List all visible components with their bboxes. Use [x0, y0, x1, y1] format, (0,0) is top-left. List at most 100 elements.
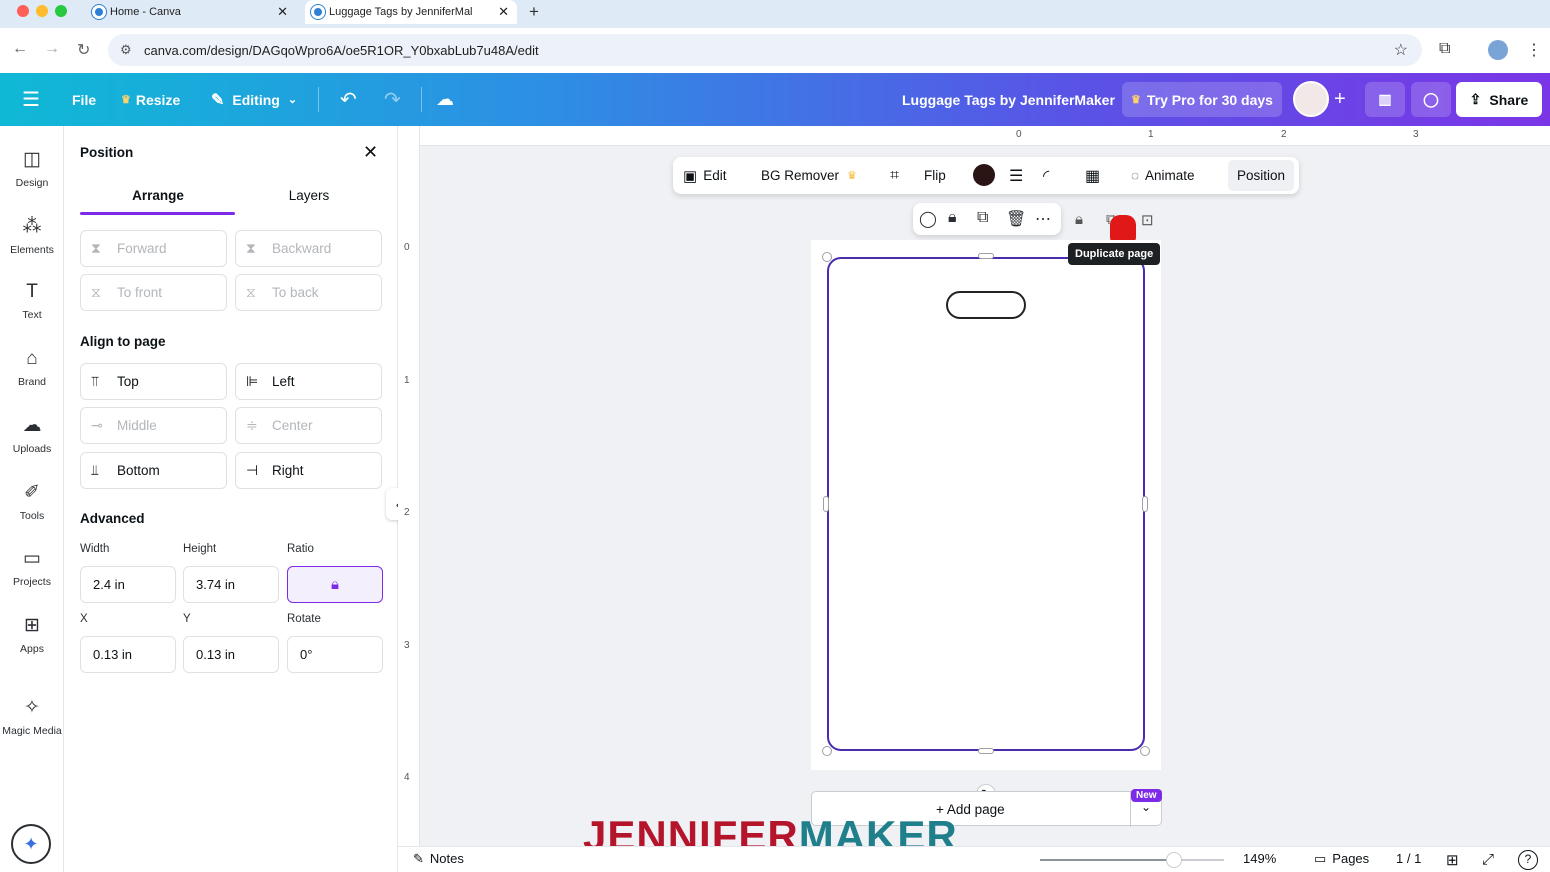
- comments-button[interactable]: ◯: [1411, 82, 1451, 117]
- corner-rounding-icon[interactable]: ◜: [1043, 157, 1049, 194]
- sidebar-item-brand[interactable]: ⌂ Brand: [0, 348, 64, 388]
- ruler-tick-label: 1: [404, 375, 410, 386]
- align-middle-button[interactable]: ⊸ Middle: [80, 407, 227, 444]
- transparency-icon[interactable]: ▦: [1085, 157, 1100, 194]
- zoom-level-text[interactable]: 149%: [1243, 851, 1276, 866]
- close-panel-icon[interactable]: ✕: [363, 142, 378, 163]
- profile-avatar[interactable]: [1488, 40, 1508, 60]
- to-back-button[interactable]: ⧖ To back: [235, 274, 382, 311]
- resize-handle[interactable]: [822, 746, 832, 756]
- comment-add-icon[interactable]: ◯: [919, 209, 937, 229]
- align-right-button[interactable]: ⊣ Right: [235, 452, 382, 489]
- site-info-icon[interactable]: ⚙: [120, 42, 132, 58]
- try-pro-button[interactable]: ♛ Try Pro for 30 days: [1122, 82, 1282, 117]
- browser-tab-luggage[interactable]: Luggage Tags by JenniferMal ✕: [305, 0, 517, 24]
- backward-button[interactable]: ⧗ Backward: [235, 230, 382, 267]
- back-icon[interactable]: ←: [12, 40, 28, 58]
- color-swatch[interactable]: [973, 164, 995, 186]
- trash-icon[interactable]: 🗑︎: [1006, 209, 1026, 229]
- page-lock-icon[interactable]: 🔒︎: [1075, 211, 1083, 228]
- sidebar-item-elements[interactable]: ⁂ Elements: [0, 215, 64, 256]
- bookmark-star-icon[interactable]: ☆: [1394, 40, 1408, 60]
- tab-layers[interactable]: Layers: [232, 188, 386, 203]
- edit-image-button[interactable]: ▣ Edit: [683, 157, 726, 194]
- button-label: Bottom: [117, 463, 160, 478]
- browser-chrome: Home - Canva ✕ Luggage Tags by JenniferM…: [0, 0, 1550, 73]
- pages-button[interactable]: ▭ Pages: [1314, 851, 1369, 867]
- add-page-icon[interactable]: ⊡: [1141, 211, 1154, 229]
- cast-icon[interactable]: ⧉: [1439, 40, 1450, 58]
- resize-button[interactable]: ♛ Resize: [121, 73, 180, 126]
- sidebar-item-apps[interactable]: ⊞ Apps: [0, 614, 64, 655]
- forward-button[interactable]: ⧗ Forward: [80, 230, 227, 267]
- border-style-icon[interactable]: ☰: [1009, 157, 1023, 194]
- browser-tab-home[interactable]: Home - Canva ✕: [86, 0, 296, 24]
- resize-handle[interactable]: [1142, 496, 1148, 512]
- sidebar-item-uploads[interactable]: ☁ Uploads: [0, 414, 64, 455]
- sidebar-item-magic-media[interactable]: ✧ Magic Media: [0, 696, 64, 737]
- upload-share-icon: ⇪: [1469, 91, 1482, 107]
- sidebar-item-tools[interactable]: ✐ Tools: [0, 481, 64, 522]
- browser-menu-icon[interactable]: ⋮: [1526, 40, 1542, 60]
- ratio-lock-button[interactable]: 🔒︎: [287, 566, 383, 603]
- add-collaborator-icon[interactable]: +: [1334, 73, 1346, 126]
- animate-button[interactable]: ◌ Animate: [1131, 157, 1195, 194]
- close-tab-icon[interactable]: ✕: [498, 4, 509, 20]
- to-front-button[interactable]: ⧖ To front: [80, 274, 227, 311]
- resize-handle[interactable]: [978, 748, 994, 754]
- document-title[interactable]: Luggage Tags by JenniferMaker: [902, 73, 1115, 126]
- align-bottom-button[interactable]: ⫫ Bottom: [80, 452, 227, 489]
- insights-button[interactable]: ▥: [1365, 82, 1405, 117]
- resize-handle[interactable]: [822, 252, 832, 262]
- y-field[interactable]: 0.13 in: [183, 636, 279, 673]
- width-field[interactable]: 2.4 in: [80, 566, 176, 603]
- lock-icon[interactable]: 🔒︎: [948, 209, 957, 227]
- share-button[interactable]: ⇪ Share: [1456, 82, 1542, 117]
- chevron-down-icon[interactable]: ⌄: [1141, 800, 1151, 814]
- tag-slot-shape[interactable]: [946, 291, 1026, 319]
- forward-icon[interactable]: →: [44, 40, 60, 58]
- zoom-slider[interactable]: [1040, 852, 1224, 868]
- close-tab-icon[interactable]: ✕: [277, 4, 288, 20]
- align-top-button[interactable]: ⫪ Top: [80, 363, 227, 400]
- notes-button[interactable]: ✎ Notes: [413, 851, 464, 867]
- minimize-window-button[interactable]: [36, 5, 48, 17]
- position-button[interactable]: Position: [1228, 160, 1295, 191]
- sidebar-item-design[interactable]: ◫ Design: [0, 148, 64, 189]
- reload-icon[interactable]: ↻: [77, 40, 90, 60]
- height-field[interactable]: 3.74 in: [183, 566, 279, 603]
- undo-icon[interactable]: ↶: [340, 73, 357, 126]
- x-field[interactable]: 0.13 in: [80, 636, 176, 673]
- cloud-saved-icon[interactable]: ☁: [436, 73, 454, 126]
- resize-handle[interactable]: [823, 496, 829, 512]
- duplicate-icon[interactable]: ⧉: [977, 209, 988, 227]
- magic-assistant-icon[interactable]: ✦: [11, 824, 51, 864]
- new-tab-icon[interactable]: +: [529, 2, 539, 22]
- help-icon[interactable]: ?: [1518, 850, 1538, 870]
- rotate-field[interactable]: 0°: [287, 636, 383, 673]
- fullscreen-icon[interactable]: ⤢: [1482, 851, 1494, 868]
- file-menu-button[interactable]: File: [72, 73, 96, 126]
- sidebar-item-text[interactable]: T Text: [0, 281, 64, 321]
- grid-view-icon[interactable]: ⊞: [1446, 851, 1459, 869]
- resize-handle[interactable]: [1140, 746, 1150, 756]
- close-window-button[interactable]: [17, 5, 29, 17]
- resize-handle[interactable]: [978, 253, 994, 259]
- address-bar[interactable]: ⚙ canva.com/design/DAGqoWpro6A/oe5R1OR_Y…: [108, 34, 1422, 66]
- redo-icon[interactable]: ↷: [384, 73, 401, 126]
- user-avatar[interactable]: [1293, 81, 1329, 117]
- align-center-button[interactable]: ≑ Center: [235, 407, 382, 444]
- maximize-window-button[interactable]: [55, 5, 67, 17]
- button-label: Center: [272, 418, 313, 433]
- sidebar-item-projects[interactable]: ▭ Projects: [0, 547, 64, 588]
- crop-icon[interactable]: ⌗: [890, 157, 899, 194]
- align-left-button[interactable]: ⊫ Left: [235, 363, 382, 400]
- luggage-tag-shape[interactable]: [827, 257, 1145, 751]
- editing-mode-button[interactable]: ✎ Editing ⌄: [211, 73, 297, 126]
- main-menu-icon[interactable]: ☰: [22, 73, 40, 126]
- bg-remover-button[interactable]: BG Remover ♛: [761, 157, 857, 194]
- zoom-slider-handle[interactable]: [1166, 852, 1183, 868]
- tab-arrange[interactable]: Arrange: [81, 188, 235, 203]
- more-options-icon[interactable]: ⋯: [1035, 209, 1051, 229]
- flip-button[interactable]: Flip: [924, 157, 946, 194]
